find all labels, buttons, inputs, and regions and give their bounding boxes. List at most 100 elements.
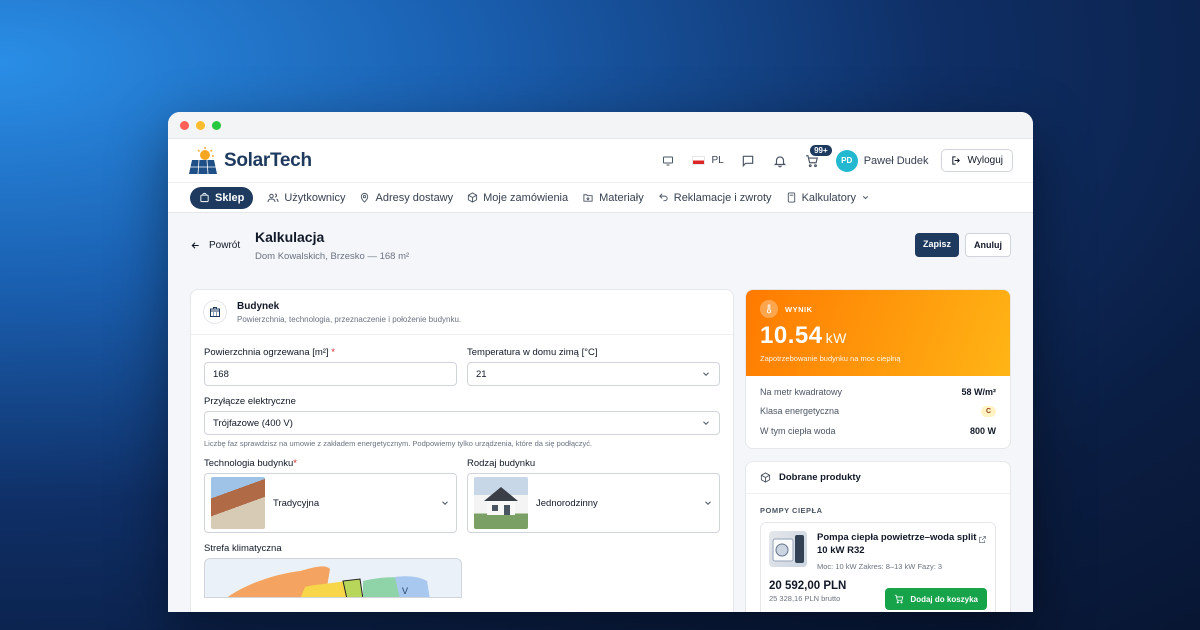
climate-zone-marker: V <box>402 586 408 596</box>
nav-item-sklep[interactable]: Sklep <box>190 186 254 209</box>
logout-button[interactable]: Wyloguj <box>940 149 1013 172</box>
return-arrow-icon <box>658 193 668 202</box>
section-subtitle: Powierzchnia, technologia, przeznaczenie… <box>237 314 462 324</box>
poland-flag-icon <box>692 156 706 165</box>
page-header: Powrót Kalkulacja Dom Kowalskich, Brzesk… <box>168 213 1033 277</box>
box-icon <box>760 472 771 483</box>
user-name: Paweł Dudek <box>863 154 929 167</box>
building-card-header: Budynek Powierzchnia, technologia, przez… <box>191 290 733 335</box>
nav-label: Użytkownicy <box>284 191 346 204</box>
browser-window: SolarTech PL 99+ PD Paweł Dudek Wyloguj … <box>168 112 1033 612</box>
avatar: PD <box>835 149 858 172</box>
add-to-cart-button[interactable]: Dodaj do koszyka <box>885 588 987 610</box>
cart-icon[interactable]: 99+ <box>796 144 832 175</box>
save-button[interactable]: Zapisz <box>914 233 959 257</box>
logout-icon <box>951 156 960 165</box>
nav-item-adresy[interactable]: Adresy dostawy <box>359 192 453 204</box>
result-row: W tym ciepła woda 800 W <box>760 425 996 436</box>
language-switcher[interactable]: PL <box>692 155 724 166</box>
result-unit: kW <box>825 330 847 346</box>
folder-download-icon <box>583 194 593 202</box>
product-card[interactable]: Pompa ciepła powietrze–woda split 10 kW … <box>760 522 996 612</box>
solar-panel-logo-icon <box>189 146 217 174</box>
maximize-window-dot[interactable] <box>212 120 221 130</box>
area-label: Powierzchnia ogrzewana [m²] * <box>204 347 335 358</box>
area-input[interactable]: 168 <box>204 362 457 386</box>
chevron-down-icon <box>703 421 709 425</box>
nav-label: Adresy dostawy <box>375 191 454 204</box>
result-summary: WYNIK 10.54 kW Zapotrzebowanie budynku na… <box>746 290 1010 376</box>
energy-class-badge: C <box>980 405 996 417</box>
nav-item-reklamacje[interactable]: Reklamacje i zwroty <box>658 192 772 204</box>
window-titlebar <box>168 112 1033 139</box>
map-pin-icon <box>361 192 369 203</box>
close-window-dot[interactable] <box>180 120 189 130</box>
user-menu[interactable]: PD Paweł Dudek <box>835 149 929 172</box>
monitor-icon[interactable] <box>652 147 684 175</box>
external-link-icon[interactable] <box>978 531 987 549</box>
technology-label: Technologia budynku* <box>204 458 297 469</box>
connection-label: Przyłącze elektryczne <box>204 396 296 407</box>
chevron-down-icon <box>705 501 711 505</box>
page-subtitle: Dom Kowalskich, Brzesko — 168 m² <box>255 250 410 262</box>
temperature-select[interactable]: 21 <box>467 362 720 386</box>
chat-icon[interactable] <box>732 147 764 175</box>
nav-item-kalkulatory[interactable]: Kalkulatory <box>786 192 870 204</box>
bell-icon[interactable] <box>764 147 796 175</box>
traditional-building-image <box>211 477 265 529</box>
nav-label: Materiały <box>599 191 644 204</box>
package-icon <box>468 192 478 203</box>
cart-count-badge: 99+ <box>810 144 832 156</box>
page-title: Kalkulacja <box>255 228 325 245</box>
building-type-label: Rodzaj budynku <box>467 458 536 469</box>
connection-select[interactable]: Trójfazowe (400 V) <box>204 411 720 435</box>
logout-label: Wyloguj <box>967 155 1003 166</box>
heat-pump-image <box>769 531 807 567</box>
nav-item-zamowienia[interactable]: Moje zamówienia <box>467 192 568 204</box>
app-header: SolarTech PL 99+ PD Paweł Dudek Wyloguj <box>168 139 1033 183</box>
result-row: Klasa energetyczna C <box>760 402 996 422</box>
logo[interactable]: SolarTech <box>188 146 312 176</box>
nav-label: Sklep <box>215 191 245 204</box>
result-label: WYNIK <box>785 304 813 314</box>
chevron-down-icon <box>442 501 448 505</box>
building-form: Powierzchnia ogrzewana [m²] * 168 Temper… <box>191 335 733 610</box>
calculator-icon <box>787 192 795 203</box>
back-button[interactable]: Powrót <box>190 240 255 251</box>
cart-icon <box>895 594 904 604</box>
products-card: Dobrane produkty POMPY CIEPŁA Pompa ciep… <box>745 461 1011 612</box>
back-label: Powrót <box>209 239 241 251</box>
house-image <box>474 477 528 529</box>
nav-label: Moje zamówienia <box>483 191 569 204</box>
product-name[interactable]: Pompa ciepła powietrze–woda split 10 kW … <box>817 531 987 558</box>
technology-select[interactable]: Tradycyjna <box>204 473 457 533</box>
cancel-button[interactable]: Anuluj <box>965 233 1011 257</box>
connection-hint: Liczbę faz sprawdzisz na umowie z zakład… <box>204 439 593 448</box>
minimize-window-dot[interactable] <box>196 120 205 130</box>
products-header: Dobrane produkty <box>746 462 1010 494</box>
building-icon <box>203 300 227 324</box>
climate-zone-map[interactable]: V <box>204 558 462 598</box>
result-card: WYNIK 10.54 kW Zapotrzebowanie budynku na… <box>745 289 1011 449</box>
nav-label: Kalkulatory <box>801 191 856 204</box>
users-icon <box>267 193 279 202</box>
building-type-select[interactable]: Jednorodzinny <box>467 473 720 533</box>
product-category: POMPY CIEPŁA <box>760 506 823 515</box>
chevron-down-icon <box>703 372 709 376</box>
nav-label: Reklamacje i zwroty <box>673 191 772 204</box>
section-title: Budynek <box>237 300 280 312</box>
building-card: Budynek Powierzchnia, technologia, przez… <box>190 289 734 612</box>
thermometer-icon <box>760 300 778 318</box>
result-row: Na metr kwadratowy 58 W/m² <box>760 386 996 397</box>
app-name: SolarTech <box>224 149 312 171</box>
result-description: Zapotrzebowanie budynku na moc cieplną <box>760 354 901 363</box>
nav-item-materialy[interactable]: Materiały <box>582 192 644 204</box>
shopping-bag-icon <box>200 192 209 203</box>
language-code: PL <box>711 155 724 166</box>
product-specs: Moc: 10 kW Zakres: 8–13 kW Fazy: 3 <box>817 561 943 571</box>
products-title: Dobrane produkty <box>779 472 861 483</box>
climate-zone-label: Strefa klimatyczna <box>204 543 282 554</box>
nav-item-uzytkownicy[interactable]: Użytkownicy <box>267 192 345 204</box>
result-value: 10.54 kW <box>760 322 847 349</box>
temperature-label: Temperatura w domu zimą [°C] <box>467 347 598 358</box>
